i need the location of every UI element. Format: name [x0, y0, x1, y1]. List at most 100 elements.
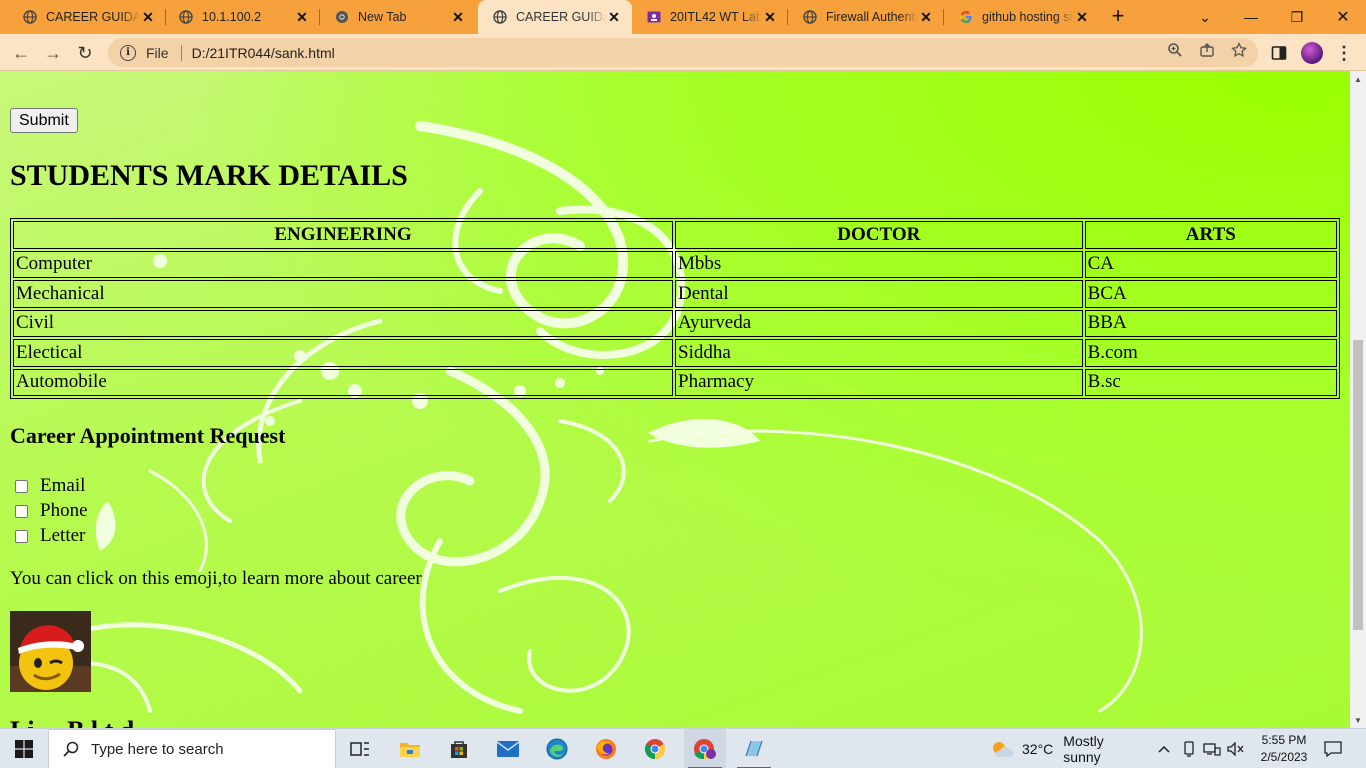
contact-option-phone[interactable]: Phone [10, 500, 88, 522]
tab-title: New Tab [358, 10, 407, 24]
tab-new-tab[interactable]: New Tab ✕ [320, 0, 476, 34]
emoji-instruction: You can click on this emoji,to learn mor… [10, 568, 422, 589]
chrome-icon[interactable] [637, 729, 673, 768]
windows-taskbar: Type here to search 32°C Mostly sunny 5:… [0, 728, 1366, 768]
tab-title: 10.1.100.2 [202, 10, 262, 24]
page-scrollbar[interactable]: ▲ ▼ [1350, 71, 1366, 728]
notepad-icon[interactable] [733, 729, 775, 768]
scroll-up-icon[interactable]: ▲ [1350, 71, 1366, 87]
tab-search-chevron-icon[interactable]: ⌄ [1182, 0, 1228, 34]
address-separator [180, 44, 182, 61]
close-icon[interactable]: ✕ [918, 9, 934, 25]
column-header: ARTS [1084, 221, 1337, 249]
browser-toolbar: ← → ↻ i File D:/21ITR044/sank.html ⋮ [0, 34, 1366, 71]
marks-table: ENGINEERING DOCTOR ARTS Computer Mbbs CA… [10, 218, 1340, 399]
tab-career-guidance-active[interactable]: CAREER GUIDAN ✕ [478, 0, 632, 34]
close-icon[interactable]: ✕ [606, 9, 622, 25]
email-checkbox[interactable] [15, 479, 28, 493]
table-cell: Civil [13, 309, 673, 337]
weather-sun-icon [990, 739, 1014, 759]
minimize-icon[interactable]: — [1228, 0, 1274, 34]
table-cell: Pharmacy [675, 368, 1083, 396]
table-cell: Mbbs [675, 250, 1083, 278]
volume-muted-icon[interactable] [1226, 729, 1246, 768]
appointment-heading: Career Appointment Request [10, 423, 286, 448]
info-icon[interactable]: i [120, 44, 136, 61]
table-cell: Siddha [675, 339, 1083, 367]
windows-start-icon[interactable] [0, 729, 48, 768]
tab-firewall-authentication[interactable]: Firewall Authenti ✕ [788, 0, 944, 34]
file-explorer-icon[interactable] [392, 729, 428, 768]
chevron-up-icon[interactable] [1154, 729, 1174, 768]
tab-title: 20ITL42 WT Lab [670, 10, 762, 24]
mail-icon[interactable] [490, 729, 526, 768]
tab-career-guidance-1[interactable]: CAREER GUIDAN ✕ [8, 0, 166, 34]
zoom-icon[interactable] [1166, 41, 1184, 59]
system-clock[interactable]: 5:55 PM 2/5/2023 [1252, 732, 1316, 766]
table-cell: Computer [13, 250, 673, 278]
contact-option-letter[interactable]: Letter [10, 525, 85, 547]
table-row: Automobile Pharmacy B.sc [13, 368, 1337, 396]
career-emoji-image[interactable] [10, 611, 91, 692]
tab-title: github hosting si [982, 10, 1073, 24]
task-view-icon[interactable] [342, 729, 378, 768]
share-icon[interactable] [1198, 41, 1216, 59]
tab-title: Firewall Authenti [826, 10, 918, 24]
weather-widget[interactable]: 32°C Mostly sunny [990, 729, 1140, 768]
notification-icon[interactable] [1318, 729, 1348, 768]
contact-option-email[interactable]: Email [10, 475, 85, 497]
column-header: DOCTOR [675, 221, 1083, 249]
table-cell: BBA [1084, 309, 1337, 337]
close-icon[interactable]: ✕ [450, 9, 466, 25]
tab-ip-address[interactable]: 10.1.100.2 ✕ [164, 0, 320, 34]
edge-icon[interactable] [539, 729, 575, 768]
menu-kebab-icon[interactable]: ⋮ [1333, 42, 1355, 64]
bookmark-star-icon[interactable] [1230, 41, 1248, 59]
back-arrow-icon[interactable]: ← [8, 40, 34, 66]
meet-now-icon[interactable] [1179, 729, 1199, 768]
checkbox-label: Email [40, 475, 86, 496]
firefox-icon[interactable] [588, 729, 624, 768]
partial-heading: Li . . B l t d [10, 716, 134, 728]
table-cell: Automobile [13, 368, 673, 396]
table-cell: CA [1084, 250, 1337, 278]
phone-checkbox[interactable] [15, 504, 28, 518]
tab-wt-lab[interactable]: 20ITL42 WT Lab ✕ [632, 0, 788, 34]
address-url[interactable]: D:/21ITR044/sank.html [192, 45, 335, 61]
address-bar[interactable]: i File D:/21ITR044/sank.html [108, 38, 1258, 67]
weather-temperature: 32°C [1022, 741, 1054, 757]
clock-date: 2/5/2023 [1260, 750, 1308, 764]
close-window-icon[interactable]: ✕ [1320, 0, 1366, 34]
close-icon[interactable]: ✕ [1074, 9, 1090, 25]
scrollbar-thumb[interactable] [1353, 340, 1363, 630]
chrome-profile-icon[interactable] [684, 729, 726, 768]
checkbox-label: Phone [40, 500, 88, 521]
table-cell: B.sc [1084, 368, 1337, 396]
taskbar-search-input[interactable]: Type here to search [48, 729, 336, 768]
table-cell: BCA [1084, 280, 1337, 308]
network-icon[interactable] [1202, 729, 1222, 768]
close-icon[interactable]: ✕ [140, 9, 156, 25]
page-viewport: Submit STUDENTS MARK DETAILS ENGINEERING… [0, 71, 1350, 728]
close-icon[interactable]: ✕ [762, 9, 778, 25]
profile-avatar[interactable] [1301, 42, 1323, 64]
new-tab-button[interactable]: + [1106, 5, 1130, 29]
scroll-down-icon[interactable]: ▼ [1350, 712, 1366, 728]
tab-strip: CAREER GUIDAN ✕ 10.1.100.2 ✕ New Tab ✕ C… [0, 0, 1366, 34]
submit-button[interactable]: Submit [10, 108, 78, 133]
google-icon [958, 9, 974, 25]
globe-icon [802, 9, 818, 25]
table-row: Computer Mbbs CA [13, 250, 1337, 278]
table-cell: B.com [1084, 339, 1337, 367]
close-icon[interactable]: ✕ [294, 9, 310, 25]
microsoft-store-icon[interactable] [441, 729, 477, 768]
restore-icon[interactable]: ❐ [1274, 0, 1320, 34]
table-cell: Ayurveda [675, 309, 1083, 337]
globe-icon [492, 9, 508, 25]
forward-arrow-icon[interactable]: → [40, 40, 66, 66]
side-panel-icon[interactable] [1268, 42, 1290, 64]
letter-checkbox[interactable] [15, 529, 28, 543]
reload-icon[interactable]: ↻ [72, 40, 98, 66]
tab-github-hosting[interactable]: github hosting si ✕ [944, 0, 1100, 34]
search-icon [63, 741, 79, 757]
